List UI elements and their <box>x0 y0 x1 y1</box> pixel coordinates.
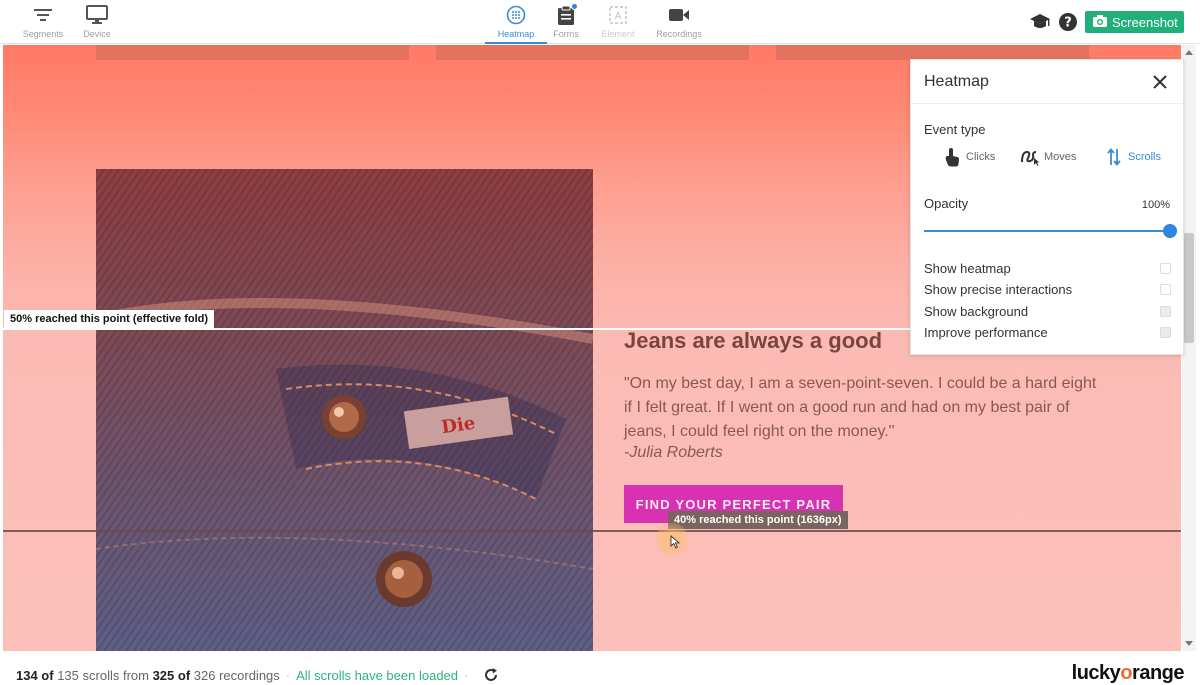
scrollbar-thumb[interactable] <box>1184 233 1194 343</box>
recordings-text: 326 recordings <box>193 667 280 683</box>
opacity-slider[interactable] <box>924 224 1177 238</box>
scroll-marker-label: 40% reached this point (1636px) <box>668 511 848 529</box>
event-type-scrolls[interactable]: Scrolls <box>1103 146 1161 168</box>
screenshot-button[interactable]: Screenshot <box>1085 11 1184 33</box>
panel-title: Heatmap <box>924 73 989 90</box>
opacity-slider-fill <box>924 230 1170 232</box>
page-quote: "On my best day, I am a seven-point-seve… <box>624 375 1097 440</box>
refresh-icon[interactable] <box>482 666 500 684</box>
separator: · <box>285 667 291 683</box>
scroll-up-icon[interactable] <box>1185 50 1193 55</box>
recordings-shown: 325 of <box>152 667 191 683</box>
tab-element-label: Element <box>601 29 635 39</box>
scroll-stats: 134 of 135 scrolls from 325 of 326 recor… <box>16 666 500 684</box>
option-label: Show precise interactions <box>924 282 1073 297</box>
opacity-label: Opacity <box>924 196 969 211</box>
option-show-heatmap[interactable]: Show heatmap <box>924 261 1171 277</box>
panel-header: Heatmap <box>911 60 1183 104</box>
jeans-photo: Die <box>96 169 593 651</box>
opacity-value: 100% <box>1141 199 1170 211</box>
scrolls-text: 135 scrolls from <box>57 667 149 683</box>
improve-performance-checkbox[interactable] <box>1160 327 1171 338</box>
mouse-cursor-icon <box>670 535 681 549</box>
graduation-cap-icon[interactable] <box>1029 11 1051 33</box>
scroll-marker-line <box>3 530 1181 532</box>
quote-author: -Julia Roberts <box>624 444 723 461</box>
heatmap-settings-panel: Heatmap Event type Clicks Moves Scrolls … <box>910 59 1184 355</box>
option-label: Show heatmap <box>924 261 1011 276</box>
video-camera-icon <box>667 4 691 26</box>
element-select-icon: A <box>606 4 630 26</box>
scroll-down-icon[interactable] <box>1185 641 1193 646</box>
tab-recordings[interactable]: Recordings <box>644 4 714 39</box>
close-icon[interactable] <box>1151 73 1169 91</box>
top-toolbar: Segments Device Heatmap Forms A Element … <box>0 0 1200 44</box>
device-label: Device <box>83 29 111 39</box>
svg-text:A: A <box>615 11 622 22</box>
monitor-icon <box>85 4 109 26</box>
separator: · <box>464 667 469 683</box>
event-type-moves-label: Moves <box>1044 151 1077 163</box>
scroll-arrows-icon <box>1103 146 1125 168</box>
heatmap-icon <box>504 4 528 26</box>
tab-forms-label: Forms <box>553 29 579 39</box>
footer-status-bar: 134 of 135 scrolls from 325 of 326 recor… <box>0 655 1200 685</box>
device-button[interactable]: Device <box>62 4 132 39</box>
camera-icon <box>1093 14 1107 30</box>
product-thumbnail <box>776 45 1089 60</box>
event-type-clicks[interactable]: Clicks <box>941 146 995 168</box>
show-precise-interactions-checkbox[interactable] <box>1160 284 1171 295</box>
option-label: Show background <box>924 304 1029 319</box>
event-type-scrolls-label: Scrolls <box>1128 151 1162 163</box>
tab-heatmap-label: Heatmap <box>497 29 535 39</box>
lucky-orange-logo: luckyorange <box>1071 662 1185 684</box>
event-type-label: Event type <box>924 122 986 137</box>
product-thumbnail <box>96 45 409 60</box>
show-heatmap-checkbox[interactable] <box>1160 263 1171 274</box>
scroll-marker-label: 50% reached this point (effective fold) <box>4 310 215 328</box>
product-thumbnail <box>436 45 749 60</box>
question-circle-icon[interactable]: ? <box>1057 11 1079 33</box>
notification-dot <box>571 3 578 10</box>
event-type-clicks-label: Clicks <box>966 151 996 163</box>
tab-element[interactable]: A Element <box>583 4 653 39</box>
filter-icon <box>31 4 55 26</box>
opacity-slider-handle[interactable] <box>1163 224 1177 238</box>
segments-label: Segments <box>22 29 64 39</box>
page-scrollbar[interactable] <box>1182 45 1196 651</box>
scrolls-shown: 134 of <box>16 667 54 683</box>
page-headline: Jeans are always a good <box>624 328 883 353</box>
svg-text:?: ? <box>1064 16 1072 31</box>
option-improve-performance[interactable]: Improve performance <box>924 325 1171 341</box>
hand-pointer-icon <box>941 146 963 168</box>
option-show-precise-interactions[interactable]: Show precise interactions <box>924 282 1171 298</box>
mouse-trail-icon <box>1019 146 1041 168</box>
screenshot-label: Screenshot <box>1112 14 1178 30</box>
show-background-checkbox[interactable] <box>1160 306 1171 317</box>
option-label: Improve performance <box>924 325 1048 340</box>
tab-recordings-label: Recordings <box>656 29 702 39</box>
event-type-moves[interactable]: Moves <box>1019 146 1076 168</box>
option-show-background[interactable]: Show background <box>924 304 1171 320</box>
load-status: All scrolls have been loaded <box>296 667 459 683</box>
